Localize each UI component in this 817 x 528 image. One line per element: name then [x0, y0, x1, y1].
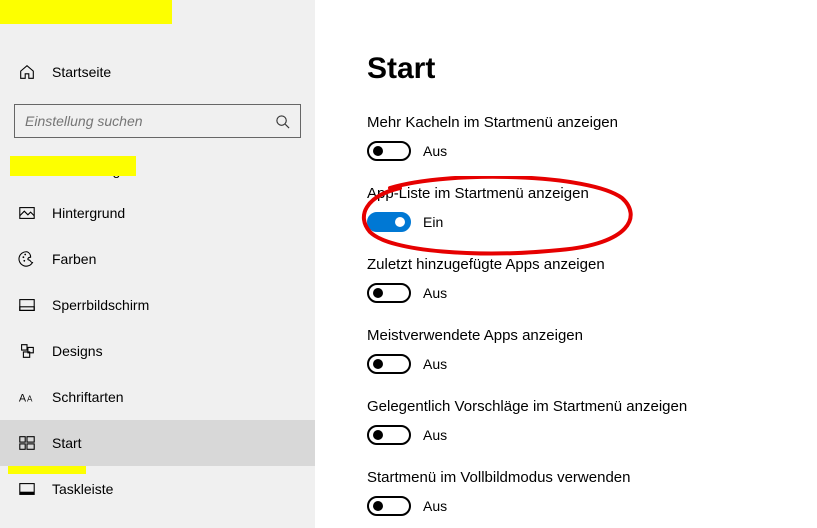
- toggle-state: Aus: [423, 427, 447, 443]
- toggle-app-list[interactable]: [367, 212, 411, 232]
- start-icon: [18, 434, 36, 452]
- home-icon: [18, 63, 36, 81]
- setting-app-list: App-Liste im Startmenü anzeigen Ein: [367, 185, 817, 232]
- toggle-state: Aus: [423, 285, 447, 301]
- toggle-state: Aus: [423, 143, 447, 159]
- toggle-suggestions[interactable]: [367, 425, 411, 445]
- sidebar-item-farben[interactable]: Farben: [0, 236, 315, 282]
- sidebar: Einstellungen Startseite Personalisierun…: [0, 0, 315, 528]
- setting-suggestions: Gelegentlich Vorschläge im Startmenü anz…: [367, 398, 817, 445]
- sidebar-item-label: Hintergrund: [52, 205, 125, 221]
- setting-label: Zuletzt hinzugefügte Apps anzeigen: [367, 256, 817, 273]
- sidebar-item-label: Farben: [52, 251, 96, 267]
- sidebar-item-start[interactable]: Start: [0, 420, 315, 466]
- sidebar-item-label: Designs: [52, 343, 103, 359]
- toggle-more-tiles[interactable]: [367, 141, 411, 161]
- sidebar-item-taskleiste[interactable]: Taskleiste: [0, 466, 315, 512]
- svg-text:A: A: [27, 395, 33, 404]
- themes-icon: [18, 342, 36, 360]
- back-icon[interactable]: [12, 9, 26, 23]
- sidebar-item-hintergrund[interactable]: Hintergrund: [0, 190, 315, 236]
- sidebar-item-sperrbildschirm[interactable]: Sperrbildschirm: [0, 282, 315, 328]
- toggle-fullscreen[interactable]: [367, 496, 411, 516]
- setting-label: Gelegentlich Vorschläge im Startmenü anz…: [367, 398, 817, 415]
- sidebar-item-schriftarten[interactable]: AA Schriftarten: [0, 374, 315, 420]
- toggle-state: Aus: [423, 498, 447, 514]
- lockscreen-icon: [18, 296, 36, 314]
- search-input[interactable]: [14, 104, 301, 138]
- setting-fullscreen: Startmenü im Vollbildmodus verwenden Aus: [367, 469, 817, 516]
- toggle-state: Ein: [423, 214, 443, 230]
- setting-recent-apps: Zuletzt hinzugefügte Apps anzeigen Aus: [367, 256, 817, 303]
- setting-label: App-Liste im Startmenü anzeigen: [367, 185, 817, 202]
- fonts-icon: AA: [18, 388, 36, 406]
- main-content: Start Mehr Kacheln im Startmenü anzeigen…: [315, 0, 817, 528]
- sidebar-item-label: Taskleiste: [52, 481, 113, 497]
- sidebar-item-label: Sperrbildschirm: [52, 297, 149, 313]
- search-icon: [275, 114, 290, 129]
- window-title: Einstellungen: [50, 9, 122, 23]
- sidebar-item-designs[interactable]: Designs: [0, 328, 315, 374]
- toggle-recent-apps[interactable]: [367, 283, 411, 303]
- svg-text:A: A: [19, 393, 27, 405]
- taskbar-icon: [18, 480, 36, 498]
- sidebar-item-home[interactable]: Startseite: [0, 50, 315, 94]
- search-field[interactable]: [25, 113, 275, 129]
- page-title: Start: [367, 52, 817, 86]
- setting-more-tiles: Mehr Kacheln im Startmenü anzeigen Aus: [367, 114, 817, 161]
- toggle-state: Aus: [423, 356, 447, 372]
- setting-label: Meistverwendete Apps anzeigen: [367, 327, 817, 344]
- titlebar: Einstellungen: [0, 0, 315, 32]
- setting-most-used: Meistverwendete Apps anzeigen Aus: [367, 327, 817, 374]
- setting-label: Startmenü im Vollbildmodus verwenden: [367, 469, 817, 486]
- sidebar-item-label: Start: [52, 435, 82, 451]
- toggle-most-used[interactable]: [367, 354, 411, 374]
- sidebar-category: Personalisierung: [0, 148, 315, 190]
- palette-icon: [18, 250, 36, 268]
- setting-label: Mehr Kacheln im Startmenü anzeigen: [367, 114, 817, 131]
- sidebar-item-label: Schriftarten: [52, 389, 124, 405]
- picture-icon: [18, 204, 36, 222]
- home-label: Startseite: [52, 64, 111, 80]
